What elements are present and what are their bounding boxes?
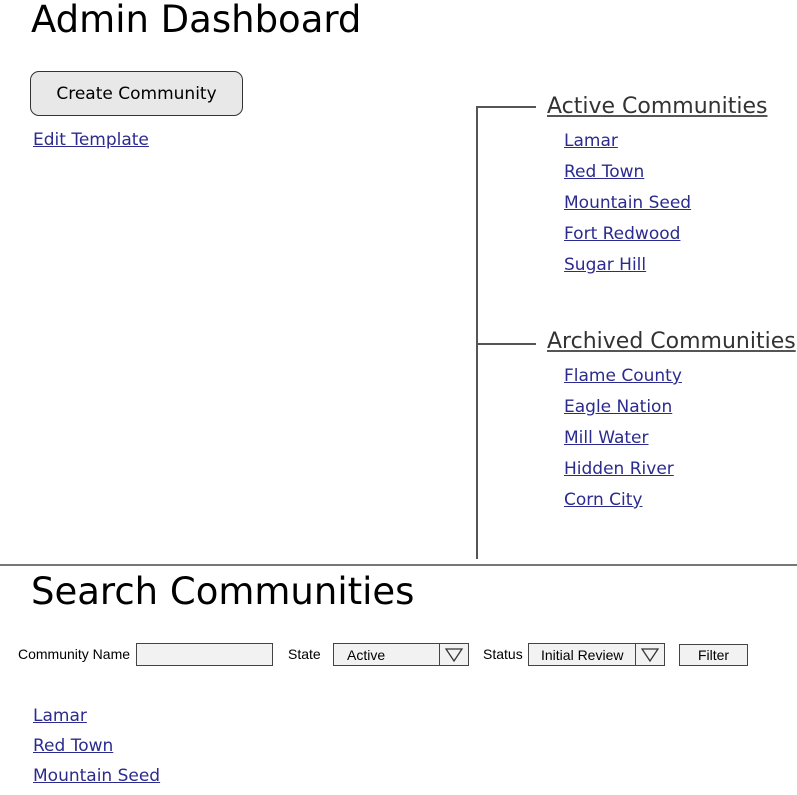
search-section-title: Search Communities <box>31 570 415 613</box>
list-item: Red Town <box>33 735 160 765</box>
page-title: Admin Dashboard <box>31 0 362 41</box>
state-select-value: Active <box>347 647 386 663</box>
tree-connector-archived <box>476 343 536 345</box>
list-item: Corn City <box>564 489 682 520</box>
list-item: Lamar <box>564 130 691 161</box>
community-link[interactable]: Corn City <box>564 490 642 510</box>
list-item: Mill Water <box>564 427 682 458</box>
edit-template-link[interactable]: Edit Template <box>33 129 149 151</box>
list-item: Red Town <box>564 161 691 192</box>
list-item: Flame County <box>564 365 682 396</box>
state-label: State <box>288 646 321 662</box>
community-link[interactable]: Red Town <box>564 162 644 182</box>
community-name-label: Community Name <box>18 646 131 662</box>
list-item: Lamar <box>33 705 160 735</box>
community-link[interactable]: Flame County <box>564 366 682 386</box>
community-link[interactable]: Lamar <box>564 131 618 151</box>
list-item: Fort Redwood <box>564 223 691 254</box>
active-communities-list: Lamar Red Town Mountain Seed Fort Redwoo… <box>564 130 691 285</box>
archived-communities-list: Flame County Eagle Nation Mill Water Hid… <box>564 365 682 520</box>
result-link[interactable]: Mountain Seed <box>33 766 160 786</box>
triangle-down-icon[interactable] <box>635 644 664 665</box>
community-link[interactable]: Hidden River <box>564 459 674 479</box>
list-item: Eagle Nation <box>564 396 682 427</box>
result-link[interactable]: Red Town <box>33 736 113 756</box>
list-item: Sugar Hill <box>564 254 691 285</box>
active-communities-heading[interactable]: Active Communities <box>547 94 767 120</box>
community-name-input[interactable] <box>136 643 273 666</box>
create-community-button[interactable]: Create Community <box>30 71 243 116</box>
tree-connector-vertical <box>476 107 478 559</box>
triangle-down-icon[interactable] <box>439 644 468 665</box>
status-label: Status <box>483 646 523 662</box>
list-item: Mountain Seed <box>564 192 691 223</box>
status-select[interactable]: Initial Review <box>528 643 665 666</box>
list-item: Hidden River <box>564 458 682 489</box>
community-link[interactable]: Sugar Hill <box>564 255 646 275</box>
filter-button[interactable]: Filter <box>679 644 748 666</box>
community-link[interactable]: Fort Redwood <box>564 224 680 244</box>
state-select[interactable]: Active <box>333 643 469 666</box>
tree-connector-active <box>476 106 536 108</box>
community-link[interactable]: Eagle Nation <box>564 397 672 417</box>
search-filter-bar: Community Name State Active Status Initi… <box>0 642 797 666</box>
list-item: Mountain Seed <box>33 765 160 795</box>
archived-communities-heading[interactable]: Archived Communities <box>547 329 796 355</box>
community-link[interactable]: Mill Water <box>564 428 649 448</box>
result-link[interactable]: Lamar <box>33 706 87 726</box>
community-link[interactable]: Mountain Seed <box>564 193 691 213</box>
status-select-value: Initial Review <box>541 647 624 663</box>
search-results-list: Lamar Red Town Mountain Seed <box>33 705 160 795</box>
section-divider <box>0 564 797 566</box>
